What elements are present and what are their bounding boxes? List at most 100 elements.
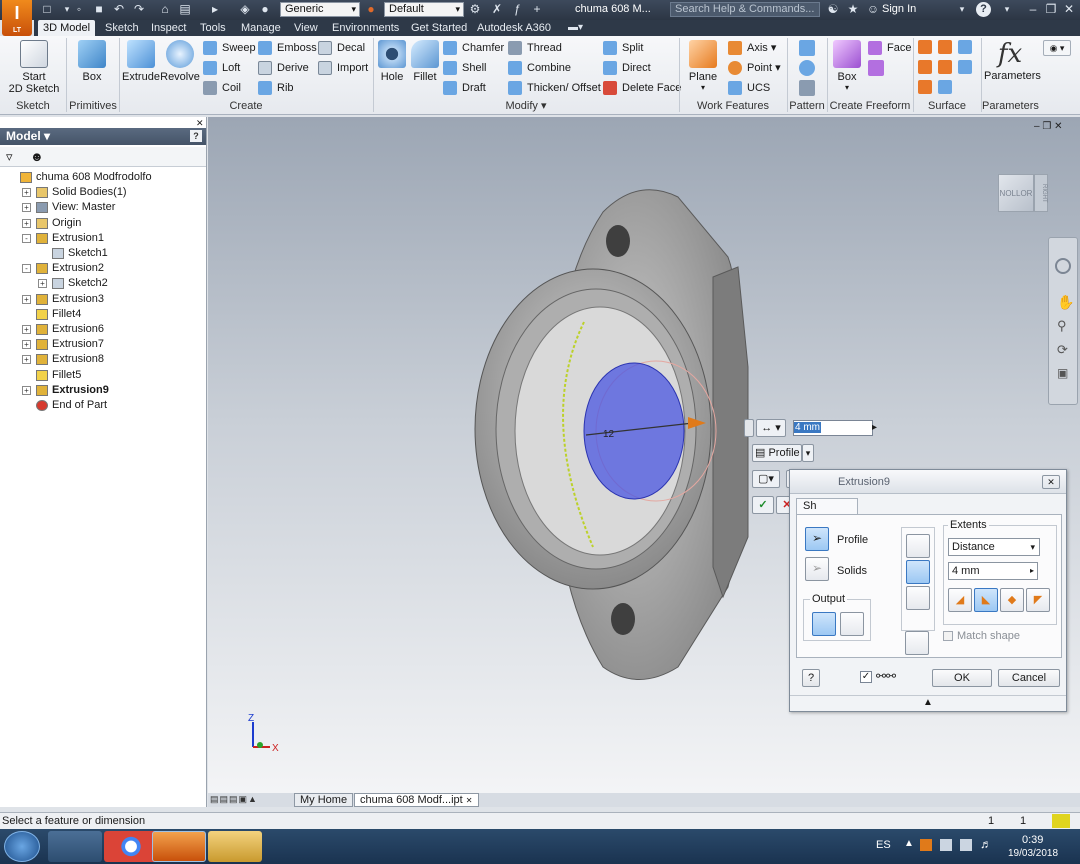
tab-environments[interactable]: Environments (327, 20, 404, 36)
collapse-button[interactable]: ▲ (790, 695, 1066, 709)
profile-region[interactable] (583, 362, 685, 500)
taskbar-chrome-icon[interactable] (104, 831, 158, 862)
tree-node[interactable]: + Extrusion9 (0, 383, 206, 398)
dialog-close-button[interactable]: ✕ (1042, 475, 1060, 489)
loft-button[interactable]: Loft (203, 59, 240, 77)
tree-node[interactable]: + Extrusion7 (0, 337, 206, 352)
point-button[interactable]: Point ▾ (728, 59, 781, 77)
close-tab-icon[interactable]: ✕ (466, 796, 473, 805)
tab-options-icon[interactable]: ▬▾ (568, 22, 583, 33)
help-menu-arrow-icon[interactable]: ▾ (1000, 2, 1014, 16)
expand-toggle-icon[interactable]: + (38, 279, 47, 289)
tree-node[interactable]: End of Part (0, 398, 206, 413)
adjust-icon[interactable]: ⚙ (468, 2, 482, 16)
stitch-icon[interactable] (918, 40, 932, 54)
surface-output-button[interactable] (840, 612, 864, 636)
expand-toggle-icon[interactable]: - (22, 264, 31, 274)
filter-icon[interactable]: ▿ (6, 149, 13, 165)
browser-help-button[interactable]: ? (190, 130, 202, 142)
direction-2-button[interactable]: ◣ (974, 588, 998, 612)
chevron-down-icon[interactable]: ▾ (955, 2, 969, 16)
close-icon[interactable]: ✕ (1062, 2, 1076, 16)
ribbon-options-button[interactable]: ◉ ▾ (1043, 40, 1071, 56)
distance-input[interactable]: 4 mm ▸ (948, 562, 1038, 580)
taskbar-explorer-icon[interactable] (208, 831, 262, 862)
trim-icon[interactable] (918, 60, 932, 74)
flyout-arrow-icon[interactable]: ▸ (872, 420, 882, 436)
fillet-button[interactable]: Fillet (409, 40, 441, 83)
thread-button[interactable]: Thread (508, 39, 562, 57)
profile-select-button[interactable]: ➢ (805, 527, 829, 551)
new-solid-button[interactable] (905, 631, 929, 655)
circular-pattern-icon[interactable] (799, 60, 815, 76)
cut-button[interactable] (906, 560, 930, 584)
tree-node[interactable]: + Origin (0, 216, 206, 231)
tree-node[interactable]: - Extrusion1 (0, 231, 206, 246)
expand-toggle-icon[interactable]: + (22, 385, 31, 395)
direct-button[interactable]: Direct (603, 59, 651, 77)
derive-button[interactable]: Derive (258, 59, 309, 77)
tab-my-home[interactable]: My Home (294, 793, 354, 807)
tree-node[interactable]: + Extrusion3 (0, 292, 206, 307)
direction-1-button[interactable]: ◢ (948, 588, 972, 612)
expand-toggle-icon[interactable]: + (22, 218, 31, 228)
binoculars-icon[interactable]: ☻ (30, 149, 44, 164)
minimize-icon[interactable]: – (1026, 2, 1040, 16)
expand-toggle-icon[interactable]: + (22, 325, 31, 334)
help-button[interactable]: ? (976, 2, 991, 17)
update-icon[interactable]: ▤ (178, 2, 192, 16)
rectangular-pattern-icon[interactable] (799, 40, 815, 56)
output-button[interactable]: ▢▾ (752, 470, 780, 488)
revolve-button[interactable]: Revolve (160, 40, 200, 83)
dialog-help-button[interactable]: ? (802, 669, 820, 687)
redo-icon[interactable]: ↷ (132, 2, 146, 16)
intersect-button[interactable] (906, 586, 930, 610)
tray-app-icon[interactable] (920, 839, 932, 851)
clear-override-icon[interactable]: ✗ (490, 2, 504, 16)
convert-icon[interactable] (868, 60, 884, 76)
material-icon[interactable]: ● (258, 2, 272, 16)
steering-wheel-icon[interactable] (1055, 258, 1071, 274)
sweep-button[interactable]: Sweep (203, 39, 256, 57)
apply-check-icon[interactable]: ✓ (752, 496, 774, 514)
inventor-logo[interactable]: I LT (2, 0, 32, 36)
extrude-button[interactable]: Extrude (122, 40, 160, 83)
plus-icon[interactable]: + (530, 2, 544, 16)
tray-network-icon[interactable] (960, 839, 972, 851)
panel-modify-label[interactable]: Modify ▾ (374, 99, 678, 113)
tree-node[interactable]: - Extrusion2 (0, 261, 206, 276)
emboss-button[interactable]: Emboss (258, 39, 317, 57)
expand-toggle-icon[interactable]: + (22, 203, 31, 213)
import-button[interactable]: Import (318, 59, 368, 77)
tree-node[interactable]: Fillet4 (0, 307, 206, 322)
tree-node[interactable]: chuma 608 Modfrodolfo (0, 170, 206, 185)
clock-date[interactable]: 19/03/2018 (1008, 848, 1058, 859)
tree-node[interactable]: + Extrusion6 (0, 322, 206, 337)
save-icon[interactable]: ■ (92, 2, 106, 16)
tree-node[interactable]: Fillet5 (0, 368, 206, 383)
ucs-button[interactable]: UCS (728, 79, 770, 97)
zoom-icon[interactable]: ⚲ (1057, 318, 1067, 334)
replace-face-icon[interactable] (958, 60, 972, 74)
tray-expand-icon[interactable]: ▲ (904, 838, 914, 849)
tab-get-started[interactable]: Get Started (406, 20, 472, 36)
search-input[interactable]: Search Help & Commands... (670, 2, 820, 17)
pan-icon[interactable]: ✋ (1057, 294, 1074, 311)
chamfer-button[interactable]: Chamfer (443, 39, 504, 57)
appearance-icon[interactable]: ● (364, 2, 378, 16)
tab-3d-model[interactable]: 3D Model (38, 20, 96, 36)
tray-volume-icon[interactable]: ♬ (980, 837, 992, 851)
tab-shape[interactable]: Sh (796, 498, 858, 514)
hole-button[interactable]: Hole (377, 40, 407, 83)
tree-node[interactable]: + Solid Bodies(1) (0, 185, 206, 200)
tree-node[interactable]: Sketch1 (0, 246, 206, 261)
delete-face-button[interactable]: Delete Face (603, 79, 681, 97)
cancel-button[interactable]: Cancel (998, 669, 1060, 687)
match-shape-checkbox[interactable] (943, 631, 953, 641)
start-button[interactable] (4, 831, 40, 862)
rib-button[interactable]: Rib (258, 79, 294, 97)
symmetric-button[interactable]: ◆ (1000, 588, 1024, 612)
material-combo[interactable]: Generic (280, 2, 360, 17)
tab-manage[interactable]: Manage (236, 20, 286, 36)
asymmetric-button[interactable]: ◤ (1026, 588, 1050, 612)
